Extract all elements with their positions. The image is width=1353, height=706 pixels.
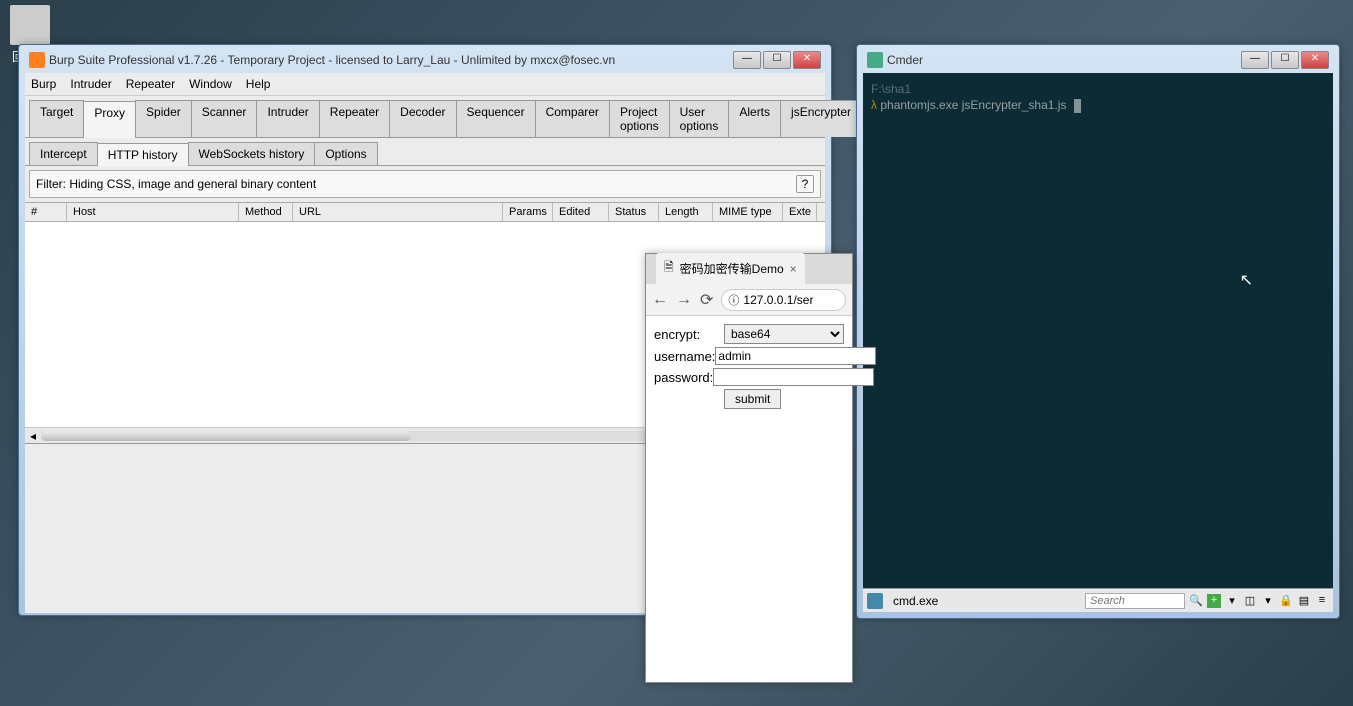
console-tab-icon[interactable] bbox=[867, 593, 883, 609]
password-input[interactable] bbox=[713, 368, 874, 386]
subtab-options[interactable]: Options bbox=[314, 142, 377, 165]
encrypt-label: encrypt: bbox=[654, 327, 724, 342]
maximize-button[interactable]: ☐ bbox=[763, 51, 791, 69]
terminal-viewport[interactable]: F:\sha1 λ phantomjs.exe jsEncrypter_sha1… bbox=[863, 73, 1333, 588]
page-content: encrypt: base64 username: password: subm… bbox=[646, 316, 852, 682]
browser-tab[interactable]: 🗎 密码加密传输Demo × bbox=[656, 253, 805, 284]
tab-alerts[interactable]: Alerts bbox=[728, 100, 781, 137]
username-input[interactable] bbox=[715, 347, 876, 365]
pin-icon[interactable]: ▾ bbox=[1261, 594, 1275, 608]
col-edited[interactable]: Edited bbox=[553, 203, 609, 221]
recycle-bin-icon bbox=[10, 5, 50, 45]
tab-title: 密码加密传输Demo bbox=[680, 260, 784, 277]
page-icon: 🗎 bbox=[664, 258, 674, 279]
tab-sequencer[interactable]: Sequencer bbox=[456, 100, 536, 137]
console-name[interactable]: cmd.exe bbox=[887, 592, 944, 610]
search-icon[interactable]: 🔍 bbox=[1189, 594, 1203, 608]
subtab-http-history[interactable]: HTTP history bbox=[97, 143, 189, 166]
tab-proxy[interactable]: Proxy bbox=[83, 101, 136, 138]
url-text: 127.0.0.1/ser bbox=[743, 293, 813, 307]
burp-titlebar[interactable]: Burp Suite Professional v1.7.26 - Tempor… bbox=[25, 51, 825, 73]
mouse-cursor-icon: ↖ bbox=[1240, 273, 1253, 289]
col-length[interactable]: Length bbox=[659, 203, 713, 221]
tab-jsencrypter[interactable]: jsEncrypter bbox=[780, 100, 862, 137]
tab-project-options[interactable]: Project options bbox=[609, 100, 670, 137]
submit-button[interactable]: submit bbox=[724, 389, 781, 409]
search-input[interactable] bbox=[1085, 593, 1185, 609]
burp-main-tabs: Target Proxy Spider Scanner Intruder Rep… bbox=[25, 96, 825, 138]
menu-icon[interactable]: ≡ bbox=[1315, 594, 1329, 608]
browser-tabstrip: 🗎 密码加密传输Demo × bbox=[646, 254, 852, 284]
scroll-thumb[interactable] bbox=[41, 431, 411, 441]
col-url[interactable]: URL bbox=[293, 203, 503, 221]
menu-help[interactable]: Help bbox=[246, 77, 271, 91]
subtab-intercept[interactable]: Intercept bbox=[29, 142, 98, 165]
browser-navbar: ← → ⟳ ⓘ 127.0.0.1/ser bbox=[646, 284, 852, 316]
forward-button[interactable]: → bbox=[676, 291, 692, 309]
reload-button[interactable]: ⟳ bbox=[700, 290, 713, 310]
settings-icon[interactable]: ▤ bbox=[1297, 594, 1311, 608]
tab-scanner[interactable]: Scanner bbox=[191, 100, 258, 137]
burp-menubar: Burp Intruder Repeater Window Help bbox=[25, 73, 825, 96]
terminal-cursor bbox=[1074, 99, 1081, 113]
close-button[interactable]: ✕ bbox=[1301, 51, 1329, 69]
menu-intruder[interactable]: Intruder bbox=[70, 77, 111, 91]
terminal-command: phantomjs.exe jsEncrypter_sha1.js bbox=[880, 98, 1066, 112]
scroll-left-arrow[interactable]: ◂ bbox=[25, 429, 41, 443]
cmder-title: Cmder bbox=[887, 53, 1241, 67]
maximize-button[interactable]: ☐ bbox=[1271, 51, 1299, 69]
cmder-statusbar: cmd.exe 🔍 + ▾ ◫ ▾ 🔒 ▤ ≡ bbox=[863, 588, 1333, 612]
lock-icon[interactable]: 🔒 bbox=[1279, 594, 1293, 608]
encrypt-select[interactable]: base64 bbox=[724, 324, 844, 344]
tab-close-icon[interactable]: × bbox=[790, 262, 797, 276]
col-host[interactable]: Host bbox=[67, 203, 239, 221]
tab-comparer[interactable]: Comparer bbox=[535, 100, 610, 137]
minimize-button[interactable]: — bbox=[1241, 51, 1269, 69]
subtab-websockets-history[interactable]: WebSockets history bbox=[188, 142, 316, 165]
tab-intruder[interactable]: Intruder bbox=[256, 100, 319, 137]
burp-title: Burp Suite Professional v1.7.26 - Tempor… bbox=[49, 53, 733, 67]
filter-text: Filter: Hiding CSS, image and general bi… bbox=[36, 177, 796, 191]
back-button[interactable]: ← bbox=[652, 291, 668, 309]
help-icon[interactable]: ? bbox=[796, 175, 814, 193]
browser-window: 🗎 密码加密传输Demo × ← → ⟳ ⓘ 127.0.0.1/ser enc… bbox=[645, 253, 853, 683]
prompt-lambda: λ bbox=[871, 98, 877, 112]
col-num[interactable]: # bbox=[25, 203, 67, 221]
col-ext[interactable]: Exte bbox=[783, 203, 817, 221]
tab-target[interactable]: Target bbox=[29, 100, 84, 137]
burp-sub-tabs: Intercept HTTP history WebSockets histor… bbox=[25, 138, 825, 166]
tab-decoder[interactable]: Decoder bbox=[389, 100, 456, 137]
burp-filter-bar[interactable]: Filter: Hiding CSS, image and general bi… bbox=[29, 170, 821, 198]
split-icon[interactable]: ◫ bbox=[1243, 594, 1257, 608]
dropdown-icon[interactable]: ▾ bbox=[1225, 594, 1239, 608]
tab-spider[interactable]: Spider bbox=[135, 100, 192, 137]
tab-repeater[interactable]: Repeater bbox=[319, 100, 390, 137]
minimize-button[interactable]: — bbox=[733, 51, 761, 69]
cmder-titlebar[interactable]: Cmder — ☐ ✕ bbox=[863, 51, 1333, 73]
add-console-button[interactable]: + bbox=[1207, 594, 1221, 608]
address-bar[interactable]: ⓘ 127.0.0.1/ser bbox=[721, 289, 846, 311]
username-label: username: bbox=[654, 349, 715, 364]
cmder-app-icon bbox=[867, 52, 883, 68]
tab-user-options[interactable]: User options bbox=[669, 100, 730, 137]
menu-burp[interactable]: Burp bbox=[31, 77, 56, 91]
password-label: password: bbox=[654, 370, 713, 385]
col-status[interactable]: Status bbox=[609, 203, 659, 221]
close-button[interactable]: ✕ bbox=[793, 51, 821, 69]
terminal-cwd: F:\sha1 bbox=[871, 82, 911, 96]
burp-table-header: # Host Method URL Params Edited Status L… bbox=[25, 202, 825, 222]
menu-repeater[interactable]: Repeater bbox=[126, 77, 175, 91]
cmder-window: Cmder — ☐ ✕ F:\sha1 λ phantomjs.exe jsEn… bbox=[856, 44, 1340, 619]
col-mime[interactable]: MIME type bbox=[713, 203, 783, 221]
burp-app-icon bbox=[29, 52, 45, 68]
col-params[interactable]: Params bbox=[503, 203, 553, 221]
col-method[interactable]: Method bbox=[239, 203, 293, 221]
site-info-icon[interactable]: ⓘ bbox=[728, 292, 739, 308]
menu-window[interactable]: Window bbox=[189, 77, 232, 91]
